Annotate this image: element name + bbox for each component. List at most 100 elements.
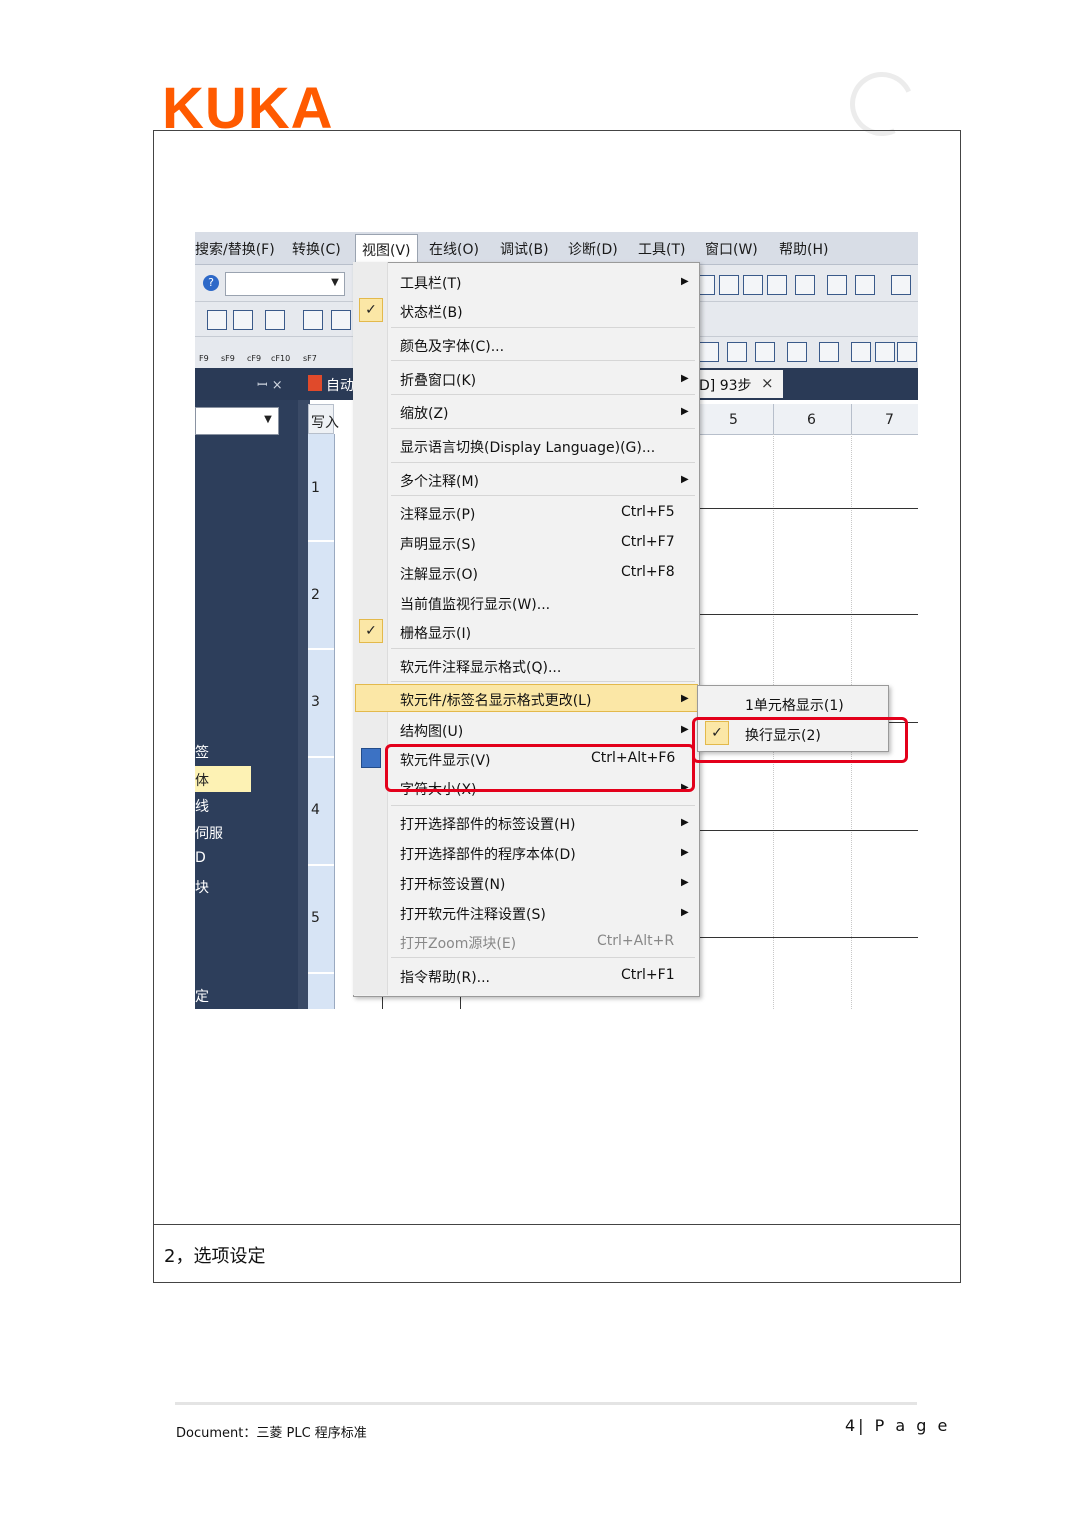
menu-view[interactable]: 视图(V) <box>355 234 418 265</box>
menu-separator <box>391 428 695 429</box>
help-icon[interactable]: ? <box>203 275 219 291</box>
menu-separator <box>391 360 695 361</box>
nav-item-line[interactable]: 线 <box>195 796 209 816</box>
fkey-sf7[interactable]: sF7 <box>303 354 317 363</box>
submenu-item-single-cell[interactable]: 1单元格显示(1) <box>745 695 844 715</box>
monitor-list-icon[interactable] <box>795 275 815 295</box>
menu-item-open-device-comment-settings[interactable]: 打开软元件注释设置(S) <box>400 904 546 924</box>
menu-item-structure[interactable]: 结构图(U) <box>400 721 463 741</box>
nav-item-setting[interactable]: 定 <box>195 986 209 1006</box>
fkey-cf10[interactable]: cF10 <box>271 354 290 363</box>
ladder-rung <box>695 614 918 615</box>
row-number[interactable]: 3 <box>311 694 320 710</box>
menu-item-grid-display[interactable]: 栅格显示(I) <box>400 623 471 643</box>
column-header-5: 5 <box>729 412 738 428</box>
binoculars-icon[interactable] <box>207 310 227 330</box>
close-icon[interactable]: × <box>761 374 774 392</box>
menu-bar: 搜索/替换(F) 转换(C) 视图(V) 在线(O) 调试(B) 诊断(D) 工… <box>195 232 918 265</box>
menu-item-toolbar[interactable]: 工具栏(T) <box>400 273 461 293</box>
ladder-tab-icon <box>308 375 322 391</box>
menu-separator <box>391 462 695 463</box>
fkey-f9[interactable]: F9 <box>199 354 209 363</box>
device-icon[interactable] <box>265 310 285 330</box>
ladder-rung <box>695 937 918 938</box>
ladder-rung <box>695 830 918 831</box>
chevron-down-icon[interactable]: ▼ <box>327 272 343 294</box>
row-number[interactable]: 4 <box>311 802 320 818</box>
menu-item-statement-display[interactable]: 声明显示(S) <box>400 534 476 554</box>
tab-program-label: D] 93步 <box>699 378 752 394</box>
ladder-contact-icon[interactable] <box>699 342 719 362</box>
submenu-arrow-icon: ▶ <box>681 817 689 828</box>
arrow-right-icon[interactable] <box>851 342 871 362</box>
menu-window[interactable]: 窗口(W) <box>705 239 758 259</box>
ladder-coil-icon[interactable] <box>727 342 747 362</box>
submenu-arrow-icon: ▶ <box>681 373 689 384</box>
menu-item-multiple-comments[interactable]: 多个注释(M) <box>400 471 479 491</box>
monitor-device-icon[interactable] <box>767 275 787 295</box>
menu-item-display-language[interactable]: 显示语言切换(Display Language)(G)... <box>400 437 655 457</box>
ladder-link-icon[interactable] <box>819 342 839 362</box>
row-number[interactable]: 2 <box>311 587 320 603</box>
menu-debug[interactable]: 调试(B) <box>500 239 549 259</box>
menu-item-note-display[interactable]: 注解显示(O) <box>400 564 478 584</box>
device-display-icon <box>361 748 381 768</box>
menu-item-collapse-window[interactable]: 折叠窗口(K) <box>400 370 476 390</box>
document-icon[interactable] <box>875 342 895 362</box>
menu-help[interactable]: 帮助(H) <box>779 239 828 259</box>
menu-item-color-font[interactable]: 颜色及字体(C)... <box>400 336 504 356</box>
nav-item-d[interactable]: D <box>195 850 206 866</box>
device-disabled-icon[interactable] <box>855 275 875 295</box>
submenu-arrow-icon: ▶ <box>681 474 689 485</box>
submenu-arrow-icon: ▶ <box>681 724 689 735</box>
pin-close-icon[interactable]: ꟷ × <box>257 375 283 393</box>
ladder-branch-icon[interactable] <box>787 342 807 362</box>
search-icon[interactable] <box>897 342 917 362</box>
menu-search-replace[interactable]: 搜索/替换(F) <box>195 239 275 259</box>
monitor-edit-icon[interactable] <box>743 275 763 295</box>
footer-document-name: Document：三菱 PLC 程序标准 <box>176 1426 367 1441</box>
checkmark-icon: ✓ <box>359 298 383 322</box>
menu-item-open-label-settings-selected[interactable]: 打开选择部件的标签设置(H) <box>400 814 575 834</box>
tab-program[interactable]: D] 93步 × <box>695 370 783 398</box>
fkey-sf9[interactable]: sF9 <box>221 354 235 363</box>
menu-online[interactable]: 在线(O) <box>429 239 479 259</box>
menu-item-open-label-settings[interactable]: 打开标签设置(N) <box>400 874 505 894</box>
menu-item-zoom[interactable]: 缩放(Z) <box>400 403 449 423</box>
nav-item-servo[interactable]: 伺服 <box>195 823 223 843</box>
export-icon[interactable] <box>891 275 911 295</box>
window-icon[interactable] <box>233 310 253 330</box>
column-header-7: 7 <box>885 412 894 428</box>
device-grid-icon[interactable] <box>331 310 351 330</box>
menu-item-device-comment-format[interactable]: 软元件注释显示格式(Q)... <box>400 657 561 677</box>
menu-separator <box>391 957 695 958</box>
footer-divider <box>175 1402 917 1405</box>
menu-item-comment-display[interactable]: 注释显示(P) <box>400 504 475 524</box>
menu-item-instruction-help[interactable]: 指令帮助(R)... <box>400 967 490 987</box>
row-separator <box>308 540 334 542</box>
nav-item-block[interactable]: 块 <box>195 877 209 897</box>
menu-item-device-label-format[interactable]: 软元件/标签名显示格式更改(L) <box>400 690 591 710</box>
menu-item-monitor-row[interactable]: 当前值监视行显示(W)... <box>400 594 550 614</box>
column-header-6: 6 <box>807 412 816 428</box>
menu-item-statusbar[interactable]: 状态栏(B) <box>400 302 463 322</box>
device-search-icon[interactable] <box>827 275 847 295</box>
chevron-down-icon[interactable]: ▼ <box>259 407 277 433</box>
row-separator <box>308 972 334 974</box>
fkey-cf9[interactable]: cF9 <box>247 354 261 363</box>
menu-item-open-program-body-selected[interactable]: 打开选择部件的程序本体(D) <box>400 844 576 864</box>
navigation-pane <box>195 368 298 1009</box>
row-number[interactable]: 5 <box>311 910 320 926</box>
menu-diagnose[interactable]: 诊断(D) <box>568 239 618 259</box>
row-number[interactable]: 1 <box>311 480 320 496</box>
menu-convert[interactable]: 转换(C) <box>292 239 341 259</box>
footer-page-number: 4| P a g e <box>845 1416 951 1435</box>
nav-item-program-body[interactable]: 体 <box>195 770 209 790</box>
ladder-compare-icon[interactable] <box>755 342 775 362</box>
tab-left-label[interactable]: 自动 <box>326 375 354 395</box>
row-separator <box>308 864 334 866</box>
device-table-icon[interactable] <box>303 310 323 330</box>
menu-tools[interactable]: 工具(T) <box>638 239 685 259</box>
nav-item-label[interactable]: 签 <box>195 742 209 762</box>
monitor-zoom-icon[interactable] <box>719 275 739 295</box>
